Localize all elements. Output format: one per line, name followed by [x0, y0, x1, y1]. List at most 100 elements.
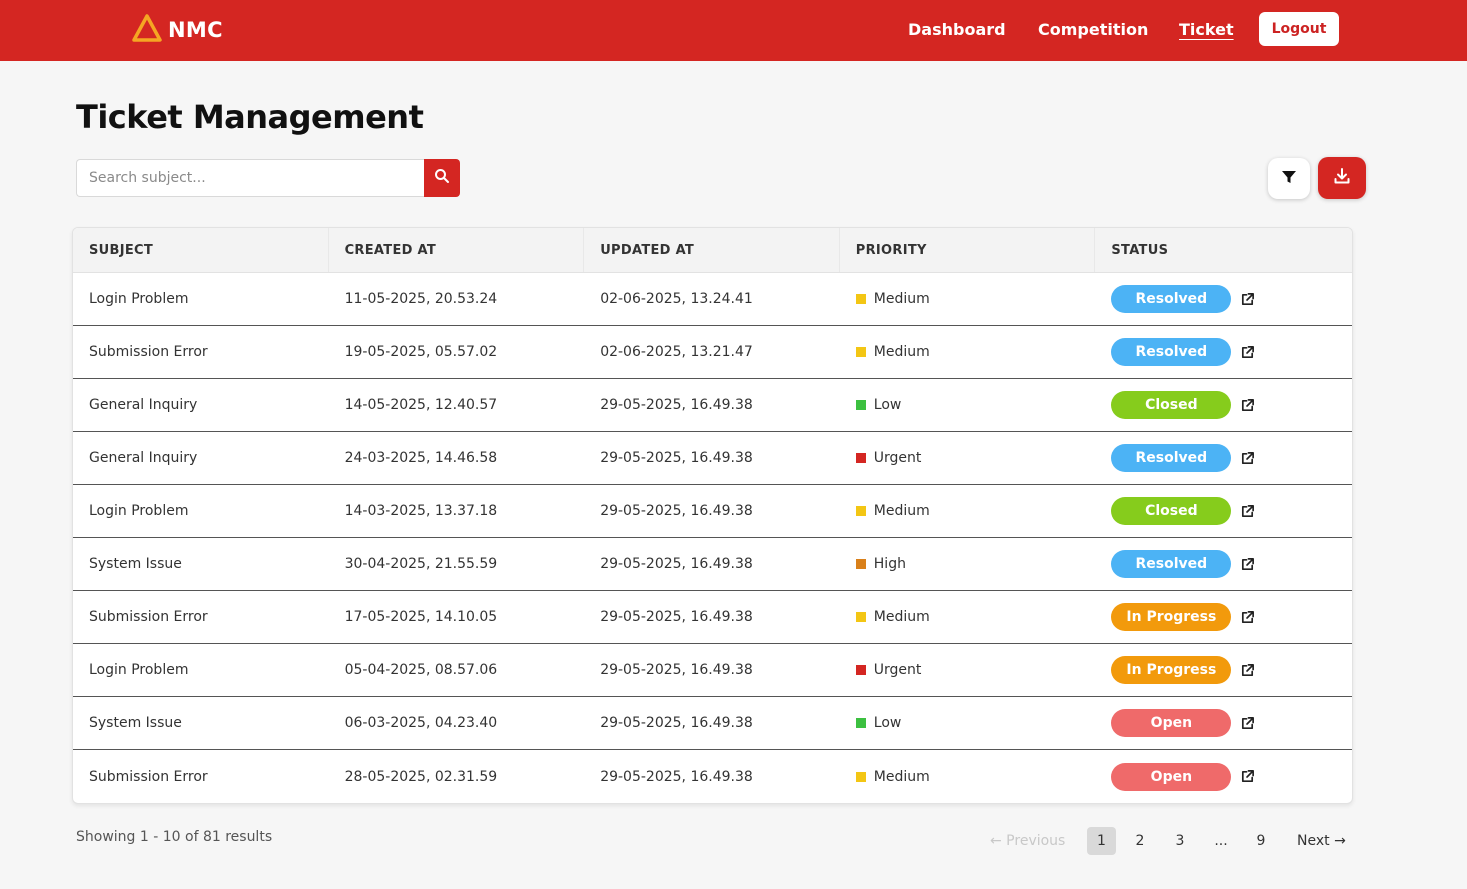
- priority-label: Urgent: [873, 662, 922, 678]
- cell-status: Resolved: [1095, 273, 1352, 325]
- priority-indicator-icon: [855, 347, 866, 357]
- cell-status: In Progress: [1095, 591, 1352, 643]
- priority-label: Medium: [873, 344, 930, 360]
- status-badge: In Progress: [1111, 656, 1232, 684]
- filter-icon: [1281, 169, 1297, 189]
- priority-label: High: [873, 556, 906, 572]
- external-link-icon[interactable]: [1239, 662, 1255, 678]
- priority-indicator-icon: [855, 506, 866, 516]
- priority-label: Urgent: [873, 450, 922, 466]
- external-link-icon[interactable]: [1239, 715, 1255, 731]
- pagination-page-2[interactable]: 2: [1131, 827, 1149, 855]
- external-link-icon[interactable]: [1239, 291, 1255, 307]
- column-header-subject[interactable]: SUBJECT: [73, 228, 329, 272]
- cell-priority: Urgent: [840, 644, 1096, 696]
- cell-subject: Submission Error: [89, 344, 208, 360]
- cell-subject: System Issue: [89, 715, 182, 731]
- priority-indicator-icon: [855, 771, 866, 782]
- pagination-next[interactable]: Next →: [1297, 827, 1346, 855]
- external-link-icon[interactable]: [1239, 609, 1255, 625]
- external-link-icon[interactable]: [1239, 344, 1255, 360]
- priority-indicator-icon: [855, 453, 866, 463]
- cell-status: Resolved: [1095, 326, 1352, 378]
- cell-subject: Submission Error: [89, 768, 208, 785]
- cell-priority: Low: [840, 697, 1096, 749]
- priority-indicator-icon: [855, 665, 866, 675]
- pagination-previous[interactable]: ← Previous: [990, 827, 1065, 855]
- priority-indicator-icon: [855, 294, 866, 304]
- brand[interactable]: NMC: [132, 14, 223, 46]
- cell-subject: Login Problem: [89, 291, 189, 307]
- cell-priority: Medium: [840, 273, 1096, 325]
- cell-updated-at: 29-05-2025, 16.49.38: [600, 715, 753, 731]
- filter-button[interactable]: [1268, 158, 1310, 199]
- table-row[interactable]: Submission Error 28-05-2025, 02.31.59 29-0…: [73, 750, 1352, 803]
- nav-link-competition[interactable]: Competition: [1038, 20, 1148, 39]
- table-row[interactable]: General Inquiry 14-05-2025, 12.40.57 29-05…: [73, 379, 1352, 432]
- cell-priority: High: [840, 538, 1096, 590]
- page-title: Ticket Management: [76, 98, 424, 136]
- external-link-icon[interactable]: [1239, 769, 1255, 785]
- cell-created-at: 17-05-2025, 14.10.05: [344, 609, 498, 625]
- priority-label: Low: [873, 715, 902, 731]
- cell-created-at: 30-04-2025, 21.55.59: [344, 556, 498, 572]
- cell-updated-at: 02-06-2025, 13.21.47: [600, 344, 753, 360]
- table-row[interactable]: Login Problem 05-04-2025, 08.57.06 29-05-2…: [73, 644, 1352, 697]
- status-badge: Resolved: [1111, 338, 1232, 366]
- status-badge: Open: [1111, 762, 1232, 791]
- nav-link-ticket[interactable]: Ticket: [1179, 20, 1234, 39]
- cell-priority: Medium: [840, 750, 1096, 803]
- search-button[interactable]: [424, 159, 460, 197]
- column-header-updated-at[interactable]: UPDATED AT: [584, 228, 840, 272]
- status-badge: Resolved: [1111, 285, 1232, 313]
- external-link-icon[interactable]: [1239, 556, 1255, 572]
- status-badge: In Progress: [1111, 603, 1232, 631]
- pagination-ellipsis: ...: [1214, 833, 1228, 849]
- table-row[interactable]: System Issue 06-03-2025, 04.23.40 29-05-20…: [73, 697, 1352, 750]
- table-row[interactable]: Login Problem 14-03-2025, 13.37.18 29-05-2…: [73, 485, 1352, 538]
- table-row[interactable]: General Inquiry 24-03-2025, 14.46.58 29-05…: [73, 432, 1352, 485]
- cell-updated-at: 29-05-2025, 16.49.38: [600, 450, 753, 466]
- cell-updated-at: 02-06-2025, 13.24.41: [600, 291, 753, 307]
- cell-updated-at: 29-05-2025, 16.49.38: [600, 662, 753, 678]
- logout-button[interactable]: Logout: [1259, 12, 1339, 46]
- cell-created-at: 14-03-2025, 13.37.18: [344, 503, 498, 519]
- table-row[interactable]: System Issue 30-04-2025, 21.55.59 29-05-20…: [73, 538, 1352, 591]
- top-navbar: NMC Dashboard Competition Ticket Logout: [0, 0, 1467, 61]
- cell-created-at: 28-05-2025, 02.31.59: [344, 768, 498, 785]
- column-header-priority[interactable]: PRIORITY: [840, 228, 1096, 272]
- brand-name: NMC: [168, 18, 223, 42]
- table-row[interactable]: Submission Error 19-05-2025, 05.57.02 02-0…: [73, 326, 1352, 379]
- cell-updated-at: 29-05-2025, 16.49.38: [600, 609, 753, 625]
- cell-created-at: 11-05-2025, 20.53.24: [344, 291, 498, 307]
- cell-updated-at: 29-05-2025, 16.49.38: [600, 768, 753, 785]
- cell-updated-at: 29-05-2025, 16.49.38: [600, 397, 753, 413]
- priority-indicator-icon: [855, 718, 866, 728]
- download-icon: [1333, 167, 1351, 189]
- pagination-page-9[interactable]: 9: [1252, 827, 1270, 855]
- pagination-page-1[interactable]: 1: [1087, 827, 1116, 855]
- cell-priority: Urgent: [840, 432, 1096, 484]
- nav-link-dashboard[interactable]: Dashboard: [908, 20, 1006, 39]
- cell-priority: Medium: [840, 485, 1096, 537]
- column-header-status[interactable]: STATUS: [1095, 228, 1352, 272]
- cell-subject: Submission Error: [89, 609, 208, 625]
- external-link-icon[interactable]: [1239, 450, 1255, 466]
- column-header-created-at[interactable]: CREATED AT: [329, 228, 585, 272]
- cell-subject: General Inquiry: [89, 450, 198, 466]
- download-button[interactable]: [1318, 157, 1366, 199]
- table-row[interactable]: Submission Error 17-05-2025, 14.10.05 29-0…: [73, 591, 1352, 644]
- priority-indicator-icon: [855, 612, 866, 622]
- table-row[interactable]: Login Problem 11-05-2025, 20.53.24 02-06-2…: [73, 273, 1352, 326]
- pagination-page-3[interactable]: 3: [1171, 827, 1189, 855]
- priority-indicator-icon: [855, 400, 866, 410]
- ticket-table: SUBJECT CREATED AT UPDATED AT PRIORITY S…: [72, 227, 1353, 804]
- search-bar: [76, 159, 460, 197]
- external-link-icon[interactable]: [1239, 503, 1255, 519]
- status-badge: Open: [1111, 709, 1232, 737]
- search-input[interactable]: [76, 159, 424, 197]
- cell-subject: General Inquiry: [89, 397, 198, 413]
- external-link-icon[interactable]: [1239, 397, 1255, 413]
- status-badge: Closed: [1111, 391, 1232, 419]
- cell-priority: Low: [840, 379, 1096, 431]
